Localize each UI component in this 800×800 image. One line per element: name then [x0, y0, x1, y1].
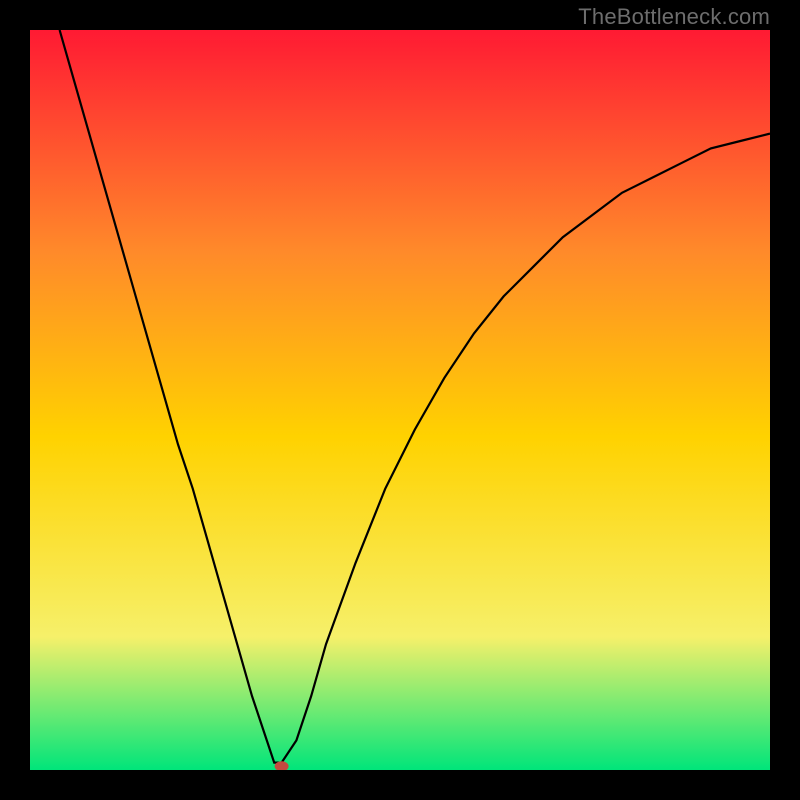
- plot-svg: [30, 30, 770, 770]
- gradient-background: [30, 30, 770, 770]
- chart-frame: TheBottleneck.com: [0, 0, 800, 800]
- watermark: TheBottleneck.com: [578, 4, 770, 30]
- plot-area: [30, 30, 770, 770]
